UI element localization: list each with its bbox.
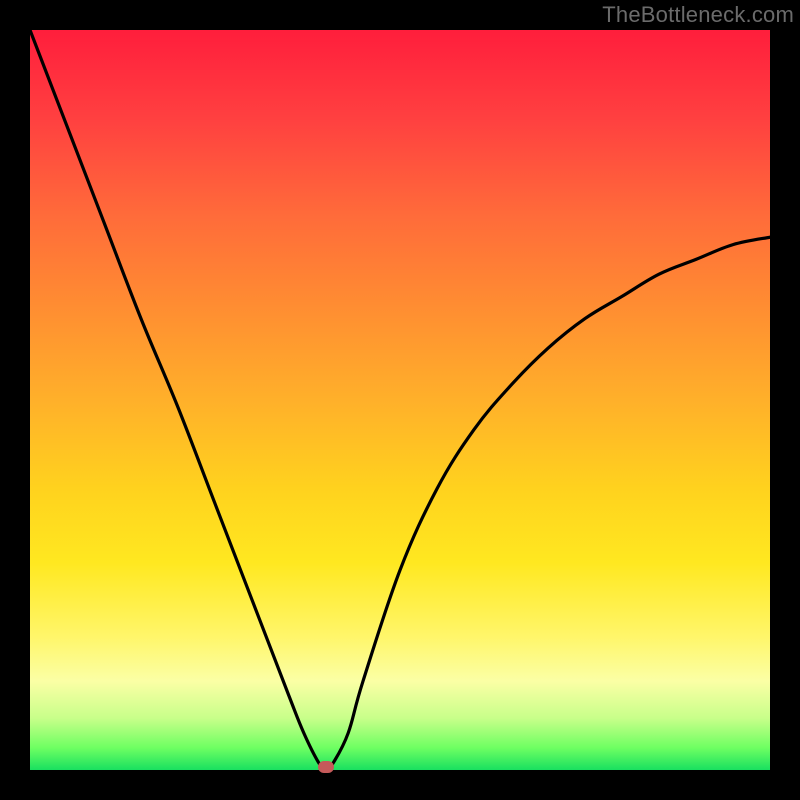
watermark-text: TheBottleneck.com [602, 2, 794, 28]
bottleneck-curve [30, 30, 770, 770]
chart-curve-svg [30, 30, 770, 770]
plot-area [30, 30, 770, 770]
bottleneck-marker [318, 761, 334, 773]
chart-frame [30, 30, 770, 770]
